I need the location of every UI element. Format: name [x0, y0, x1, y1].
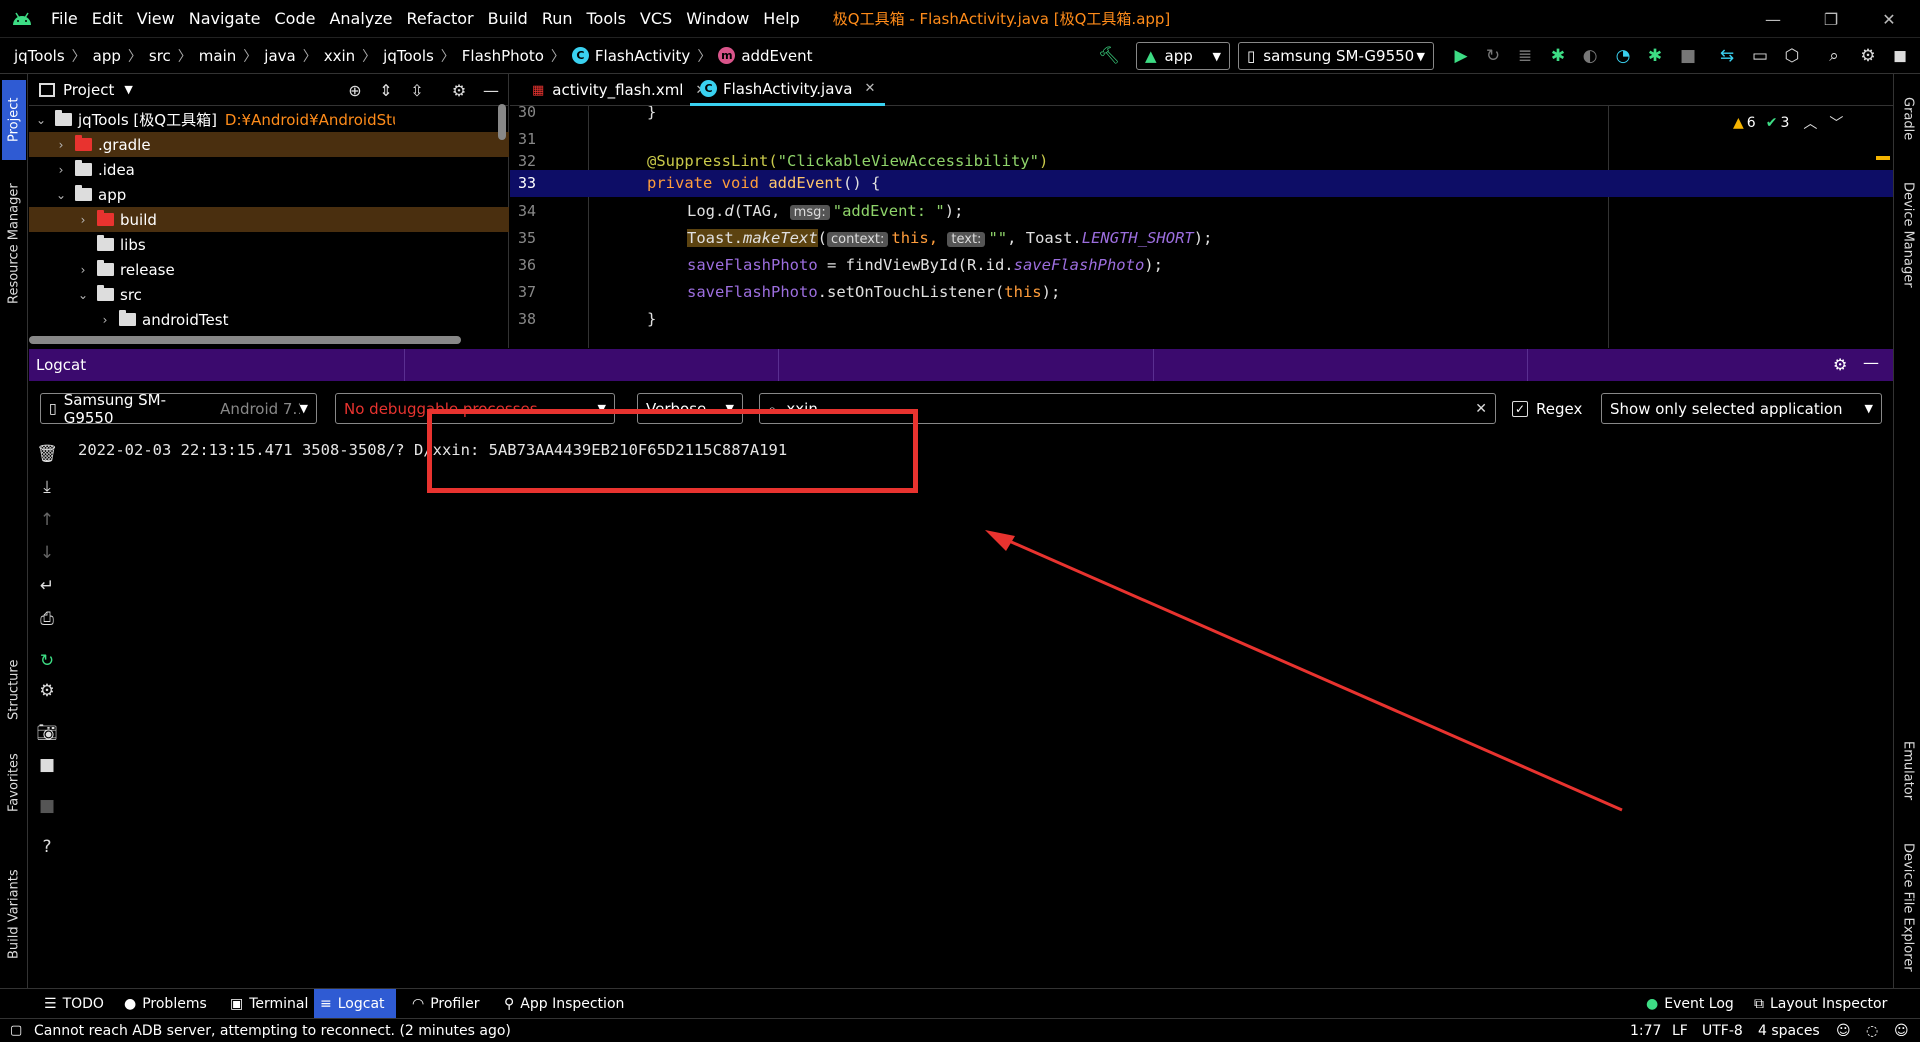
- tool-label: TODO: [62, 996, 104, 1012]
- tool-app-inspection[interactable]: ⚲ App Inspection: [498, 989, 630, 1019]
- tool-event-log[interactable]: ● Event Log: [1640, 989, 1740, 1019]
- status-bar: ▢ Cannot reach ADB server, attempting to…: [0, 1018, 1920, 1042]
- tool-label: Event Log: [1664, 996, 1734, 1012]
- tool-label: Problems: [142, 996, 207, 1012]
- file-encoding[interactable]: UTF-8: [1702, 1019, 1743, 1042]
- notifications-icon[interactable]: ☺: [1894, 1019, 1909, 1042]
- tool-logcat[interactable]: ≡ Logcat: [314, 989, 396, 1019]
- context-icon[interactable]: ☺: [1836, 1019, 1851, 1042]
- memory-indicator-icon[interactable]: ◌: [1866, 1019, 1878, 1042]
- tool-layout-inspector[interactable]: ⧉ Layout Inspector: [1748, 989, 1893, 1019]
- event-log-icon: ●: [1646, 996, 1659, 1012]
- tool-problems[interactable]: ● Problems: [118, 989, 213, 1019]
- tool-profiler[interactable]: ◠ Profiler: [406, 989, 486, 1019]
- status-message[interactable]: Cannot reach ADB server, attempting to r…: [34, 1019, 511, 1042]
- tool-todo[interactable]: ☰ TODO: [38, 989, 110, 1019]
- tool-label: Profiler: [430, 996, 480, 1012]
- layout-inspector-icon: ⧉: [1754, 996, 1764, 1012]
- cursor-position[interactable]: 1:77: [1630, 1019, 1661, 1042]
- tool-terminal[interactable]: ▣ Terminal: [224, 989, 314, 1019]
- status-icon[interactable]: ▢: [10, 1019, 22, 1042]
- tool-label: Layout Inspector: [1770, 996, 1888, 1012]
- indent-setting[interactable]: 4 spaces: [1758, 1019, 1820, 1042]
- inspection-icon: ⚲: [504, 996, 515, 1012]
- info-icon: ●: [124, 996, 137, 1012]
- bottom-tool-bar: ☰ TODO ● Problems ▣ Terminal ≡ Logcat ◠ Profi…: [0, 988, 1920, 1019]
- terminal-icon: ▣: [230, 996, 244, 1012]
- annotation-arrow: [985, 530, 1623, 812]
- line-separator[interactable]: LF: [1672, 1019, 1688, 1042]
- logcat-icon: ≡: [320, 996, 332, 1012]
- tool-label: Terminal: [249, 996, 309, 1012]
- tool-label: Logcat: [337, 996, 385, 1012]
- profiler-icon: ◠: [412, 996, 425, 1012]
- list-icon: ☰: [44, 996, 57, 1012]
- tool-label: App Inspection: [520, 996, 625, 1012]
